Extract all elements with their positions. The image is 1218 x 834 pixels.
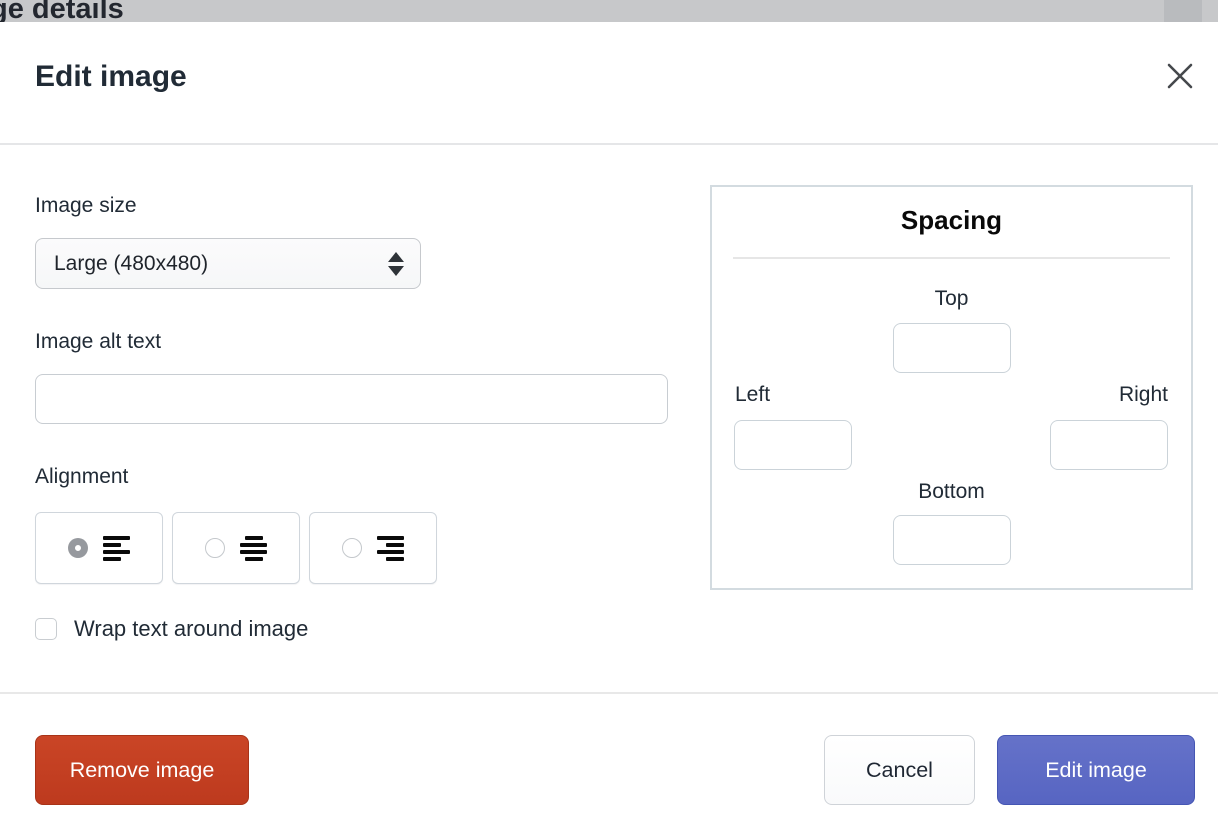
image-alt-label: Image alt text — [35, 330, 161, 354]
align-left-icon — [103, 536, 130, 561]
alignment-label: Alignment — [35, 465, 128, 489]
spacing-top-input[interactable] — [893, 323, 1011, 373]
radio-unselected — [342, 538, 362, 558]
wrap-text-label: Wrap text around image — [74, 616, 308, 642]
align-center-icon — [240, 536, 267, 561]
spacing-bottom-input[interactable] — [893, 515, 1011, 565]
spacing-right-input[interactable] — [1050, 420, 1168, 470]
scrollbar-thumb[interactable] — [1164, 0, 1202, 22]
background-page-header: ge details — [0, 0, 1218, 22]
alignment-option-center[interactable] — [172, 512, 300, 584]
screen: ge details Edit image Image size Large (… — [0, 0, 1218, 834]
alignment-option-left[interactable] — [35, 512, 163, 584]
radio-selected — [68, 538, 88, 558]
select-caret-icon — [388, 252, 404, 276]
spacing-top-label: Top — [712, 287, 1191, 311]
spacing-left-label: Left — [735, 383, 770, 407]
close-icon — [1165, 61, 1195, 91]
alignment-options — [35, 512, 437, 584]
image-size-label: Image size — [35, 194, 137, 218]
edit-image-modal: Edit image Image size Large (480x480) Im… — [0, 22, 1218, 834]
cancel-button[interactable]: Cancel — [824, 735, 975, 805]
spacing-left-input[interactable] — [734, 420, 852, 470]
edit-image-submit-button[interactable]: Edit image — [997, 735, 1195, 805]
align-right-icon — [377, 536, 404, 561]
spacing-title: Spacing — [712, 205, 1191, 236]
modal-title: Edit image — [35, 60, 187, 94]
alignment-option-right[interactable] — [309, 512, 437, 584]
spacing-divider — [733, 257, 1170, 259]
remove-image-button[interactable]: Remove image — [35, 735, 249, 805]
close-button[interactable] — [1160, 56, 1200, 96]
wrap-text-option[interactable]: Wrap text around image — [35, 616, 308, 642]
image-size-select[interactable]: Large (480x480) — [35, 238, 421, 289]
wrap-text-checkbox[interactable] — [35, 618, 57, 640]
spacing-panel: Spacing Top Left Right Bottom — [710, 185, 1193, 590]
spacing-bottom-label: Bottom — [712, 480, 1191, 504]
image-alt-input[interactable] — [35, 374, 668, 424]
background-page-title: ge details — [0, 0, 124, 22]
header-divider — [0, 143, 1218, 145]
spacing-right-label: Right — [1119, 383, 1168, 407]
image-size-selected-value: Large (480x480) — [54, 252, 388, 276]
footer-divider — [0, 692, 1218, 694]
radio-unselected — [205, 538, 225, 558]
